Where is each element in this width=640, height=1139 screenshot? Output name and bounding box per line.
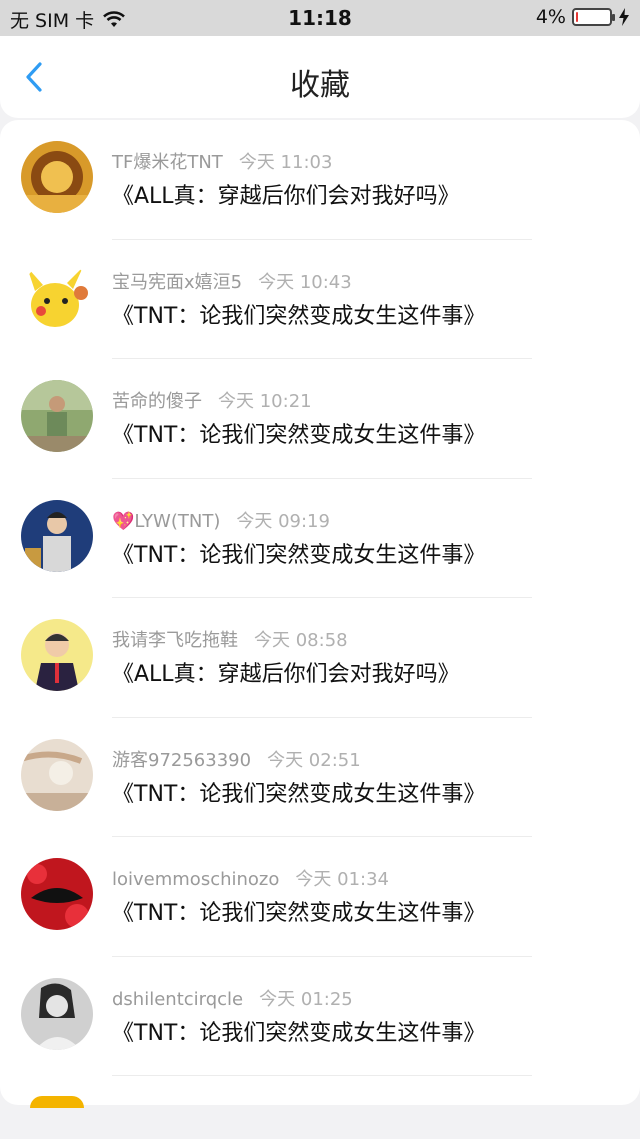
battery-icon bbox=[572, 8, 615, 26]
username: 苦命的傻子 bbox=[112, 391, 202, 412]
timestamp: 今天 09:19 bbox=[236, 510, 330, 532]
timestamp: 今天 01:25 bbox=[259, 988, 353, 1010]
list-item[interactable]: TF爆米花TNT 今天 11:03 《ALL真：穿越后你们会对我好吗》 bbox=[0, 120, 640, 240]
username: 宝马宪面x嬉洹5 bbox=[112, 271, 243, 293]
timestamp: 今天 01:34 bbox=[295, 869, 389, 890]
avatar bbox=[21, 738, 93, 811]
heart-emoji-icon: 💖 bbox=[112, 510, 135, 532]
list-item[interactable]: loivemmoschinozo 今天 01:34 《TNT：论我们突然变成女生这… bbox=[0, 837, 640, 957]
charging-bolt-icon bbox=[619, 8, 629, 26]
list-item[interactable]: 游客972563390 今天 02:51 《TNT：论我们突然变成女生这件事》 bbox=[0, 718, 640, 837]
item-title: 《TNT：论我们突然变成女生这件事》 bbox=[112, 303, 486, 329]
nav-bar: 收藏 bbox=[0, 36, 640, 118]
battery-fill bbox=[576, 12, 578, 22]
item-meta: loivemmoschinozo 今天 01:34 bbox=[112, 865, 389, 891]
list-item[interactable]: 💖LYW(TNT) 今天 09:19 《TNT：论我们突然变成女生这件事》 bbox=[0, 479, 640, 598]
username: 游客972563390 bbox=[112, 749, 252, 771]
item-title: 《TNT：论我们突然变成女生这件事》 bbox=[112, 1020, 486, 1046]
avatar bbox=[21, 260, 93, 333]
timestamp: 今天 02:51 bbox=[267, 749, 361, 771]
status-bar: 无 SIM 卡 11:18 4% bbox=[0, 0, 640, 36]
username: LYW(TNT) bbox=[134, 510, 221, 532]
username: TF爆米花TNT bbox=[112, 152, 223, 173]
list-item[interactable]: 我请李飞吃拖鞋 今天 08:58 《ALL真：穿越后你们会对我好吗》 bbox=[0, 598, 640, 718]
list-item[interactable]: 苦命的傻子 今天 10:21 《TNT：论我们突然变成女生这件事》 bbox=[0, 359, 640, 479]
item-title: 《ALL真：穿越后你们会对我好吗》 bbox=[112, 184, 460, 209]
avatar bbox=[21, 499, 93, 572]
avatar bbox=[30, 1096, 84, 1108]
avatar bbox=[21, 380, 93, 452]
status-right: 4% bbox=[536, 6, 630, 28]
item-meta: 苦命的傻子 今天 10:21 bbox=[112, 387, 312, 413]
item-title: 《TNT：论我们突然变成女生这件事》 bbox=[112, 423, 486, 448]
username: dshilentcirqcle bbox=[112, 988, 244, 1010]
page-title: 收藏 bbox=[290, 68, 350, 103]
list-item[interactable]: 宝马宪面x嬉洹5 今天 10:43 《TNT：论我们突然变成女生这件事》 bbox=[0, 240, 640, 359]
item-meta: dshilentcirqcle 今天 01:25 bbox=[112, 985, 353, 1011]
item-title: 《TNT：论我们突然变成女生这件事》 bbox=[112, 781, 486, 807]
timestamp: 今天 08:58 bbox=[254, 630, 348, 651]
timestamp: 今天 10:43 bbox=[258, 271, 352, 293]
item-meta: 宝马宪面x嬉洹5 今天 10:43 bbox=[112, 268, 352, 294]
favorites-list: TF爆米花TNT 今天 11:03 《ALL真：穿越后你们会对我好吗》 宝马宪面x… bbox=[0, 120, 640, 1105]
timestamp: 今天 11:03 bbox=[238, 152, 333, 173]
item-title: 《TNT：论我们突然变成女生这件事》 bbox=[112, 542, 486, 568]
item-meta: 我请李飞吃拖鞋 今天 08:58 bbox=[112, 626, 348, 652]
item-meta: 游客972563390 今天 02:51 bbox=[112, 746, 361, 772]
avatar bbox=[21, 977, 93, 1050]
divider bbox=[112, 1075, 532, 1076]
item-meta: 💖LYW(TNT) 今天 09:19 bbox=[112, 507, 330, 533]
item-meta: TF爆米花TNT 今天 11:03 bbox=[112, 148, 332, 174]
item-title: 《ALL真：穿越后你们会对我好吗》 bbox=[112, 662, 460, 687]
avatar bbox=[21, 858, 93, 930]
battery-percent: 4% bbox=[535, 6, 566, 28]
avatar bbox=[21, 619, 93, 691]
list-item[interactable]: dshilentcirqcle 今天 01:25 《TNT：论我们突然变成女生这件… bbox=[0, 957, 640, 1076]
username: loivemmoschinozo bbox=[112, 869, 280, 890]
avatar bbox=[21, 141, 93, 213]
username: 我请李飞吃拖鞋 bbox=[112, 630, 238, 651]
timestamp: 今天 10:21 bbox=[218, 391, 312, 412]
item-title: 《TNT：论我们突然变成女生这件事》 bbox=[112, 901, 486, 926]
